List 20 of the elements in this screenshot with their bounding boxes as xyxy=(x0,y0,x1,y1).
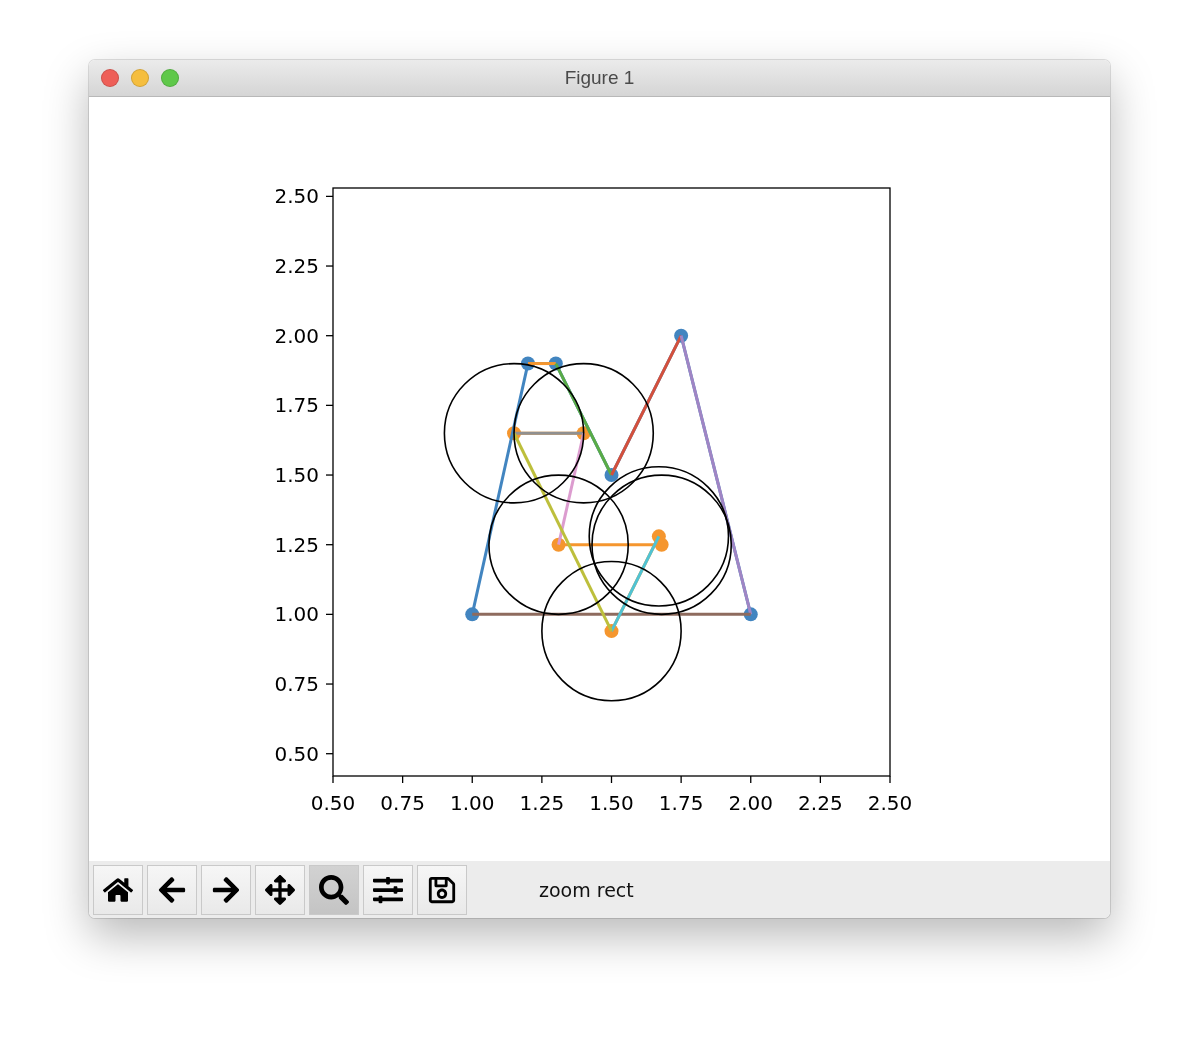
y-tick-label: 0.75 xyxy=(274,672,319,697)
y-tick-label: 1.25 xyxy=(274,532,319,557)
x-tick-label: 2.00 xyxy=(728,791,773,815)
x-tick-label: 2.25 xyxy=(798,791,843,815)
y-tick-label: 0.50 xyxy=(274,741,319,766)
x-tick-label: 1.50 xyxy=(589,791,634,815)
y-tick-label: 1.50 xyxy=(274,463,319,488)
x-tick-label: 0.75 xyxy=(380,791,425,815)
y-tick-label: 1.75 xyxy=(274,393,319,418)
y-tick-label: 2.25 xyxy=(274,254,319,279)
x-tick-label: 1.00 xyxy=(450,791,495,815)
status-message: zoom rect xyxy=(539,878,634,901)
x-tick-label: 1.75 xyxy=(658,791,704,815)
y-tick-label: 1.00 xyxy=(274,602,319,627)
y-tick-label: 2.50 xyxy=(274,184,319,209)
y-tick-label: 2.00 xyxy=(274,323,319,348)
window-title: Figure 1 xyxy=(564,67,635,89)
x-tick-label: 1.25 xyxy=(519,791,565,815)
x-tick-label: 0.50 xyxy=(310,791,356,815)
x-tick-label: 2.50 xyxy=(867,791,913,815)
